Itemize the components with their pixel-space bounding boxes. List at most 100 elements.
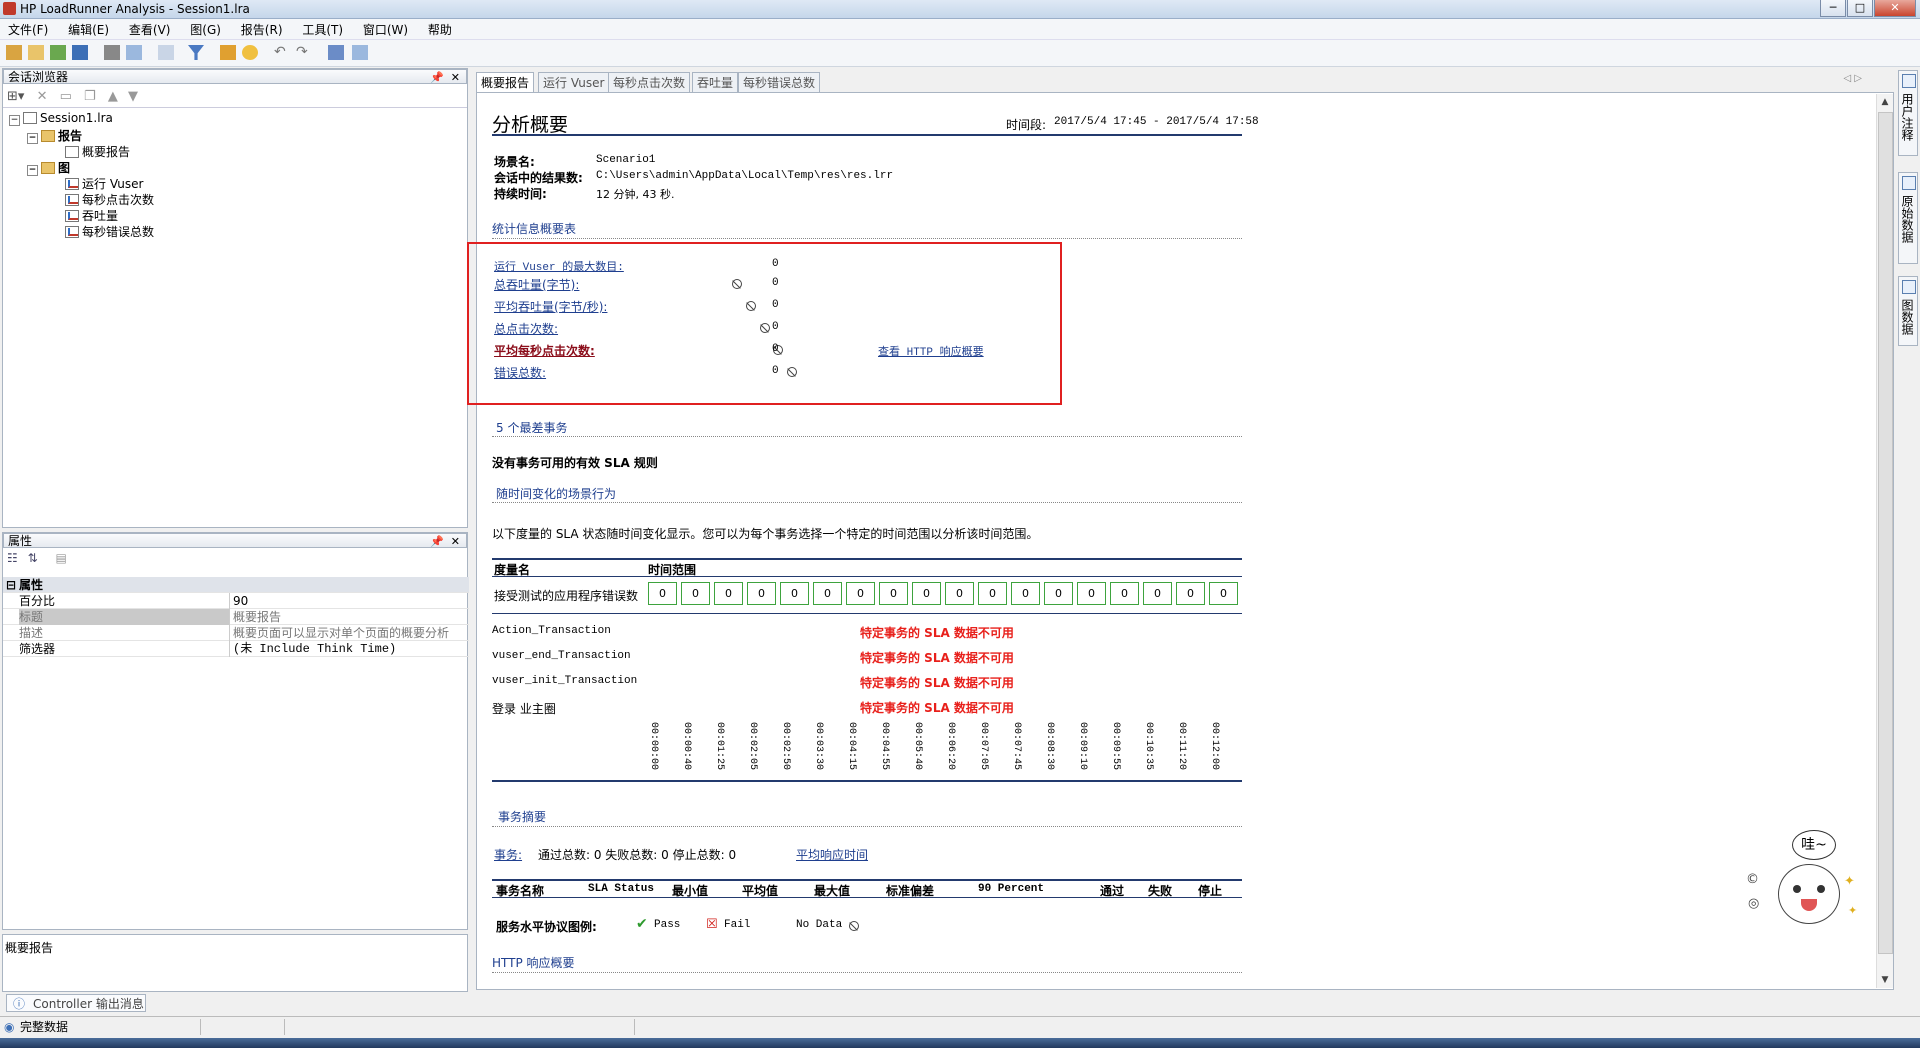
tab-hits-per-second[interactable]: 每秒点击次数 [608,72,691,92]
generate-icon[interactable] [50,45,66,60]
time-range-cell[interactable]: 0 [681,582,710,605]
add-graph-icon[interactable]: ⊞▾ [7,89,24,104]
maximize-button[interactable]: □ [1847,0,1873,17]
time-range-cell[interactable]: 0 [780,582,809,605]
minimize-button[interactable]: ─ [1820,0,1846,17]
duplicate-icon[interactable]: ❐ [84,89,96,104]
tree-graph-item[interactable]: 每秒点击次数 [65,191,154,208]
side-tab-user-notes[interactable]: 用户注释 [1898,70,1918,156]
tree-graph-item[interactable]: 每秒错误总数 [65,223,154,240]
stat-link[interactable]: 运行 Vuser 的最大数目: [494,258,624,274]
scroll-up-icon[interactable]: ▲ [1877,94,1893,110]
side-tab-raw-data[interactable]: 原始数据 [1898,172,1918,264]
filter-icon[interactable] [188,45,204,60]
tab-throughput[interactable]: 吞吐量 [692,72,739,92]
average-response-time-link[interactable]: 平均响应时间 [796,846,868,863]
time-range-cell[interactable]: 0 [978,582,1007,605]
undo-icon[interactable]: ↶ [274,45,290,60]
print-preview-icon[interactable] [126,45,142,60]
side-tab-graph-data[interactable]: 图数据 [1898,276,1918,346]
property-pages-icon[interactable]: ▤ [55,551,66,565]
properties-header: 属性 📌 ✕ [3,533,467,548]
close-pane-icon[interactable]: ✕ [451,534,460,549]
redo-icon[interactable]: ↷ [296,45,312,60]
time-range-cell[interactable]: 0 [1011,582,1040,605]
zoom-icon[interactable] [242,45,258,60]
tree-root[interactable]: − Session1.lra [9,111,113,126]
transactions-link[interactable]: 事务: [494,846,522,863]
property-row[interactable]: 百分比 90 [3,593,469,609]
tree-reports-folder[interactable]: − 报告 [27,127,82,144]
rename-icon[interactable]: ▭ [60,89,72,104]
menu-edit[interactable]: 编辑(E) [60,19,117,38]
stat-link[interactable]: 总点击次数: [494,320,558,337]
time-range-cell[interactable]: 0 [1044,582,1073,605]
menu-graph[interactable]: 图(G) [182,19,229,38]
delete-icon[interactable]: ✕ [37,89,48,104]
pin-icon[interactable]: 📌 [430,534,444,549]
time-range-cell[interactable]: 0 [813,582,842,605]
time-range-cell[interactable]: 0 [714,582,743,605]
scroll-thumb[interactable] [1878,112,1893,954]
menu-report[interactable]: 报告(R) [233,19,291,38]
close-pane-icon[interactable]: ✕ [451,70,460,85]
tree-graph-item[interactable]: 运行 Vuser [65,175,143,192]
vertical-scrollbar[interactable]: ▲ ▼ [1876,94,1893,988]
stat-link[interactable]: 错误总数: [494,364,546,381]
http-response-summary-link[interactable]: 查看 HTTP 响应概要 [878,343,984,359]
time-range-cell[interactable]: 0 [879,582,908,605]
time-range-cell[interactable]: 0 [1176,582,1205,605]
scroll-down-icon[interactable]: ▼ [1877,972,1893,988]
time-range-cell[interactable]: 0 [846,582,875,605]
tab-summary-report[interactable]: 概要报告 [476,72,535,92]
open-icon[interactable] [28,45,44,60]
move-up-icon[interactable]: ▲ [108,89,118,104]
print-icon[interactable] [104,45,120,60]
session-browser-pane: 会话浏览器 📌 ✕ ⊞▾ ✕ ▭ ❐ ▲ ▼ − Session1.lra − 报告… [2,68,468,528]
tab-running-vusers[interactable]: 运行 Vuser [538,72,610,92]
pin-icon[interactable]: 📌 [430,70,444,85]
tree-graph-item[interactable]: 吞吐量 [65,207,118,224]
menu-window[interactable]: 窗口(W) [355,19,416,38]
new-session-icon[interactable] [6,45,22,60]
stat-link[interactable]: 总吞吐量(字节): [494,276,579,293]
bunny-face-icon [1778,864,1840,924]
categorized-icon[interactable]: ☷ [7,551,18,565]
time-range-cell[interactable]: 0 [945,582,974,605]
collapse-icon[interactable]: ⊟ [6,577,16,593]
time-range-cell[interactable]: 0 [1110,582,1139,605]
no-data-icon [759,323,770,333]
time-range-cell[interactable]: 0 [1077,582,1106,605]
property-row[interactable]: 标题 概要报告 [3,609,469,625]
display-icon[interactable] [352,45,368,60]
no-data-icon [787,367,798,377]
property-row[interactable]: 筛选器 (未 Include Think Time) [3,641,469,657]
layout-icon[interactable] [328,45,344,60]
tab-scroll-arrows[interactable]: ◁ ▷ [1843,73,1862,84]
stat-value: 0 [772,299,779,311]
move-down-icon[interactable]: ▼ [128,89,138,104]
time-range-cell[interactable]: 0 [1209,582,1238,605]
time-range-cell[interactable]: 0 [648,582,677,605]
sort-az-icon[interactable]: ⇅ [28,551,38,565]
property-row[interactable]: 描述 概要页面可以显示对单个页面的概要分析 [3,625,469,641]
menu-help[interactable]: 帮助 [420,19,460,38]
menu-file[interactable]: 文件(F) [0,19,56,38]
menu-view[interactable]: 查看(V) [121,19,179,38]
property-group[interactable]: ⊟ 属性 [3,577,469,593]
graph-icon[interactable] [220,45,236,60]
stat-link-visited[interactable]: 平均每秒点击次数: [494,342,595,359]
time-range-cell[interactable]: 0 [1143,582,1172,605]
menu-tools[interactable]: 工具(T) [294,19,351,38]
stat-link[interactable]: 平均吞吐量(字节/秒): [494,298,607,315]
tree-summary-report[interactable]: 概要报告 [65,143,130,160]
time-range-cell[interactable]: 0 [747,582,776,605]
time-range-cell[interactable]: 0 [912,582,941,605]
copy-icon[interactable] [158,45,174,60]
controller-output-tab[interactable]: ⓘ Controller 输出消息 [6,994,146,1012]
save-icon[interactable] [72,45,88,60]
tree-graphs-folder[interactable]: − 图 [27,159,70,176]
close-button[interactable]: ✕ [1874,0,1916,17]
window-title: HP LoadRunner Analysis - Session1.lra [20,2,250,16]
tab-total-errors-per-second[interactable]: 每秒错误总数 [738,72,821,92]
